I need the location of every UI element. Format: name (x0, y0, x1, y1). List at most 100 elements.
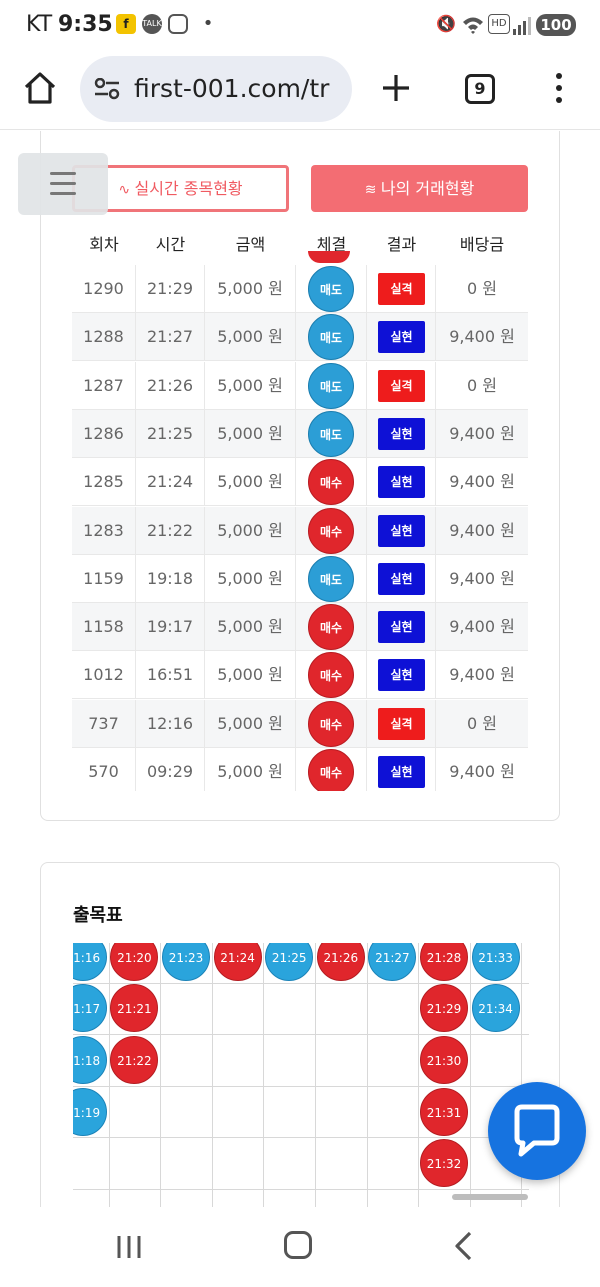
table-row: 1158 19:17 5,000 원 매수 실현 9,400 원 (72, 603, 528, 652)
outcome-ball-blue: 21:19 (73, 1087, 107, 1136)
cell-time: 19:18 (136, 554, 205, 603)
cell-round: 1283 (72, 506, 136, 555)
outcome-chart-title: 출목표 (73, 905, 123, 926)
system-nav-bar (0, 1207, 600, 1287)
cell-payout: 9,400 원 (449, 617, 515, 637)
home-icon[interactable] (22, 70, 58, 106)
outcome-chart-card: 출목표 21:1621:1721:1821:1921:2021:2121:222… (40, 862, 560, 1207)
nav-home-icon[interactable] (284, 1231, 312, 1259)
grid-line (73, 982, 529, 984)
cell-payout: 9,400 원 (449, 327, 515, 347)
grid-line (73, 1085, 529, 1087)
status-bar: KT 9:35 f TALK • 🔇 HD 100 (0, 0, 600, 52)
table-row: 1012 16:51 5,000 원 매수 실현 9,400 원 (72, 651, 528, 700)
outcome-ball-blue: 21:25 (265, 943, 314, 981)
cell-round: 1159 (72, 554, 136, 603)
pulse-icon: ∿ (118, 182, 135, 198)
cell-time: 21:26 (136, 361, 205, 410)
cell-round: 1287 (72, 361, 136, 410)
cell-amount: 5,000 원 (205, 313, 296, 362)
outcome-ball-blue: 21:34 (471, 984, 520, 1033)
cell-result: 실현 (367, 458, 436, 507)
cell-time: 21:22 (136, 506, 205, 555)
cell-trade: 매도 (296, 265, 367, 313)
header-round: 회차 (89, 235, 119, 254)
tab-switcher-button[interactable]: 9 (465, 74, 495, 104)
my-trades-label: 나의 거래현황 (380, 179, 475, 198)
cell-round: 1290 (72, 265, 136, 313)
sell-badge: 매도 (308, 266, 354, 312)
grid-line (73, 1137, 529, 1139)
outcome-ball-red: 21:24 (213, 943, 262, 981)
hamburger-menu-button[interactable] (18, 153, 108, 215)
kakaotalk-icon: TALK (142, 14, 162, 34)
cell-result: 실격 (367, 265, 436, 313)
cell-result: 실현 (367, 554, 436, 603)
buy-badge: 매수 (308, 652, 354, 699)
result-win-badge: 실현 (378, 321, 425, 354)
outcome-ball-red: 21:32 (420, 1139, 468, 1188)
cell-result: 실현 (367, 748, 436, 791)
buy-badge: 매수 (308, 700, 354, 747)
wifi-icon (463, 17, 483, 34)
chat-button[interactable] (488, 1082, 586, 1180)
cell-payout: 9,400 원 (449, 423, 515, 443)
cell-amount: 5,000 원 (205, 506, 296, 555)
cell-amount: 5,000 원 (205, 603, 296, 652)
cell-trade: 매수 (296, 603, 367, 652)
table-row: 1287 21:26 5,000 원 매도 실격 0 원 (72, 361, 528, 410)
cell-time: 12:16 (136, 699, 205, 748)
cell-amount: 5,000 원 (205, 458, 296, 507)
outcome-grid: 21:1621:1721:1821:19 21:2021:2121:22 21:23… (73, 943, 529, 1207)
address-bar[interactable]: first-001.com/tr (80, 56, 352, 122)
cell-result: 실현 (367, 651, 436, 700)
sell-badge: 매도 (308, 362, 354, 409)
overflow-menu-icon[interactable] (556, 72, 562, 104)
cell-payout: 9,400 원 (449, 762, 515, 781)
cell-trade: 매수 (296, 458, 367, 507)
list-icon: ≋ (364, 182, 381, 198)
kakaopage-icon: f (116, 14, 136, 34)
signal-icon (513, 17, 531, 35)
cell-round: 1158 (72, 603, 136, 652)
site-settings-icon[interactable] (94, 78, 120, 100)
recent-apps-icon[interactable] (116, 1235, 142, 1259)
header-amount: 금액 (235, 235, 266, 254)
buy-badge: 매수 (308, 459, 354, 506)
menu-line (50, 172, 76, 175)
sell-badge: 매도 (308, 410, 354, 457)
outcome-ball-blue: 21:16 (73, 943, 107, 981)
table-row: 570 09:29 5,000 원 매수 실현 9,400 원 (72, 748, 528, 791)
cell-amount: 5,000 원 (205, 748, 296, 791)
buy-badge: 매수 (308, 749, 354, 791)
mute-icon: 🔇 (436, 14, 456, 33)
my-trades-button[interactable]: ≋ 나의 거래현황 (311, 165, 528, 212)
outcome-ball-red: 21:26 (316, 943, 365, 981)
instagram-icon (168, 14, 188, 34)
result-win-badge: 실현 (378, 659, 425, 692)
sell-badge: 매도 (308, 555, 354, 602)
cell-time: 21:25 (136, 409, 205, 458)
new-tab-icon[interactable] (380, 72, 412, 104)
header-payout: 배당금 (459, 235, 505, 254)
result-lose-badge: 실격 (378, 369, 425, 402)
cell-trade: 매도 (296, 409, 367, 458)
cell-payout: 0 원 (467, 279, 497, 298)
phone-screen: KT 9:35 f TALK • 🔇 HD 100 first-001.com/… (0, 0, 600, 1287)
cell-result: 실격 (367, 361, 436, 410)
cell-round: 737 (72, 699, 136, 748)
cell-trade: 매수 (296, 506, 367, 555)
outcome-ball-blue: 21:18 (73, 1036, 107, 1084)
more-notifications-icon: • (202, 13, 214, 34)
scroll-indicator (452, 1194, 528, 1200)
result-win-badge: 실현 (378, 756, 425, 788)
header-result: 결과 (386, 235, 417, 254)
cell-time: 09:29 (136, 748, 205, 791)
buy-badge: 매수 (308, 604, 354, 651)
trade-table-body[interactable]: 1290 21:29 5,000 원 매도 실격 0 원 1288 21:27 5,000 원매… (72, 259, 528, 791)
hd-voice-icon: HD (488, 14, 510, 34)
outcome-ball-red: 21:30 (420, 1036, 468, 1084)
sell-badge: 매도 (308, 314, 354, 361)
back-icon[interactable] (452, 1231, 476, 1261)
outcome-ball-blue: 21:23 (162, 943, 210, 981)
